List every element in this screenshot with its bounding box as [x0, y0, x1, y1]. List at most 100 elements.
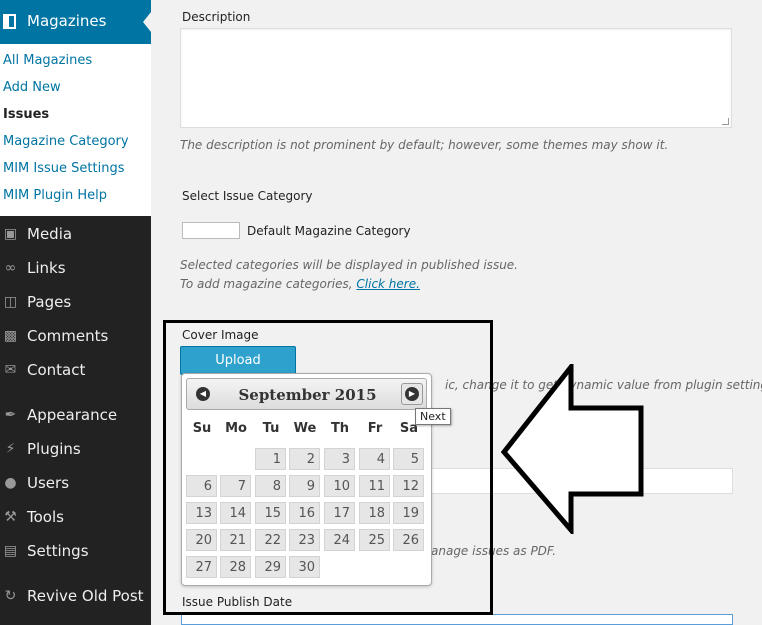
weekday-header-tu: Tu — [262, 421, 280, 436]
day-cell-30[interactable]: 30 — [289, 556, 320, 578]
menu-settings[interactable]: ▤ Settings — [0, 537, 151, 567]
add-category-hint: To add magazine categories, Click here. — [180, 277, 420, 291]
annotation-arrow-icon — [501, 364, 644, 534]
day-cell-1[interactable]: 1 — [255, 448, 286, 470]
current-menu-pointer — [143, 12, 151, 32]
menu-tools-label: Tools — [27, 508, 64, 526]
submenu-all-magazines[interactable]: All Magazines — [3, 53, 92, 68]
issue-category-label: Select Issue Category — [182, 189, 313, 203]
menu-users[interactable]: ● Users — [0, 469, 151, 499]
menu-magazines[interactable]: Magazines — [0, 0, 151, 44]
description-hint: The description is not prominent by defa… — [180, 138, 669, 152]
mail-icon: ✉ — [4, 362, 17, 378]
magazine-icon — [3, 14, 16, 29]
day-cell-21[interactable]: 21 — [220, 529, 251, 551]
day-cell-10[interactable]: 10 — [324, 475, 355, 497]
submenu-mim-issue-settings[interactable]: MIM Issue Settings — [3, 161, 124, 176]
menu-links[interactable]: ∞ Links — [0, 254, 151, 284]
datepicker-month-title: September 2015 — [238, 386, 377, 404]
weekday-header-su: Su — [192, 421, 212, 436]
menu-contact-label: Contact — [27, 361, 86, 379]
add-category-link[interactable]: Click here. — [356, 277, 420, 291]
menu-comments[interactable]: ▩ Comments — [0, 322, 151, 352]
pages-icon: ◫ — [3, 294, 18, 310]
revive-icon: ↻ — [4, 588, 17, 604]
default-category-label: Default Magazine Category — [247, 224, 411, 238]
day-cell-28[interactable]: 28 — [220, 556, 251, 578]
menu-revive-old-post-label: Revive Old Post — [27, 587, 144, 605]
day-cell-22[interactable]: 22 — [255, 529, 286, 551]
next-month-button[interactable]: ▶ — [401, 383, 423, 405]
menu-revive-old-post[interactable]: ↻ Revive Old Post — [0, 582, 151, 612]
menu-links-label: Links — [27, 259, 66, 277]
weekday-header-mo: Mo — [225, 421, 247, 436]
weekday-header-fr: Fr — [367, 421, 383, 436]
day-cell-26[interactable]: 26 — [393, 529, 424, 551]
day-cell-4[interactable]: 4 — [359, 448, 390, 470]
day-cell-16[interactable]: 16 — [289, 502, 320, 524]
submenu-add-new[interactable]: Add New — [3, 80, 61, 95]
day-cell-25[interactable]: 25 — [359, 529, 390, 551]
menu-appearance[interactable]: ✒ Appearance — [0, 401, 151, 431]
description-textarea[interactable] — [180, 28, 732, 128]
weekday-header-th: Th — [330, 421, 350, 436]
submenu-magazine-category[interactable]: Magazine Category — [3, 134, 129, 149]
resize-grip-icon[interactable] — [722, 118, 729, 125]
menu-pages-label: Pages — [27, 293, 72, 311]
day-cell-12[interactable]: 12 — [393, 475, 424, 497]
day-cell-24[interactable]: 24 — [324, 529, 355, 551]
plugins-icon: ⚡ — [5, 441, 16, 457]
annotation-arrow-shape — [501, 364, 644, 534]
settings-icon: ▤ — [3, 543, 18, 559]
magazines-submenu: All Magazines Add New Issues Magazine Ca… — [0, 44, 151, 216]
menu-magazines-label: Magazines — [27, 12, 107, 30]
weekday-header-we: We — [293, 421, 317, 436]
day-cell-3[interactable]: 3 — [324, 448, 355, 470]
category-hint: Selected categories will be displayed in… — [180, 258, 518, 272]
day-cell-14[interactable]: 14 — [220, 502, 251, 524]
day-cell-8[interactable]: 8 — [255, 475, 286, 497]
publish-date-input[interactable] — [181, 614, 733, 625]
appearance-icon: ✒ — [4, 407, 17, 423]
day-cell-6[interactable]: 6 — [186, 475, 217, 497]
comments-icon: ▩ — [3, 328, 18, 344]
links-icon: ∞ — [4, 260, 17, 276]
menu-media-label: Media — [27, 225, 73, 243]
day-cell-5[interactable]: 5 — [393, 448, 424, 470]
category-checkbox[interactable] — [182, 222, 240, 239]
menu-tools[interactable]: ⚒ Tools — [0, 503, 151, 533]
menu-pages[interactable]: ◫ Pages — [0, 288, 151, 318]
day-cell-7[interactable]: 7 — [220, 475, 251, 497]
menu-comments-label: Comments — [27, 327, 109, 345]
weekday-header-sa: Sa — [399, 421, 419, 436]
menu-appearance-label: Appearance — [27, 406, 118, 424]
next-arrow-icon: ▶ — [405, 387, 419, 401]
media-icon: ▣ — [3, 226, 18, 242]
day-cell-29[interactable]: 29 — [255, 556, 286, 578]
submenu-issues[interactable]: Issues — [3, 107, 49, 122]
day-cell-17[interactable]: 17 — [324, 502, 355, 524]
add-category-hint-text: To add magazine categories, — [180, 277, 357, 291]
day-cell-18[interactable]: 18 — [359, 502, 390, 524]
datepicker-header: ◀ September 2015 ▶ — [186, 378, 427, 410]
users-icon: ● — [4, 475, 17, 491]
menu-contact[interactable]: ✉ Contact — [0, 356, 151, 386]
submenu-mim-plugin-help[interactable]: MIM Plugin Help — [3, 188, 107, 203]
day-cell-15[interactable]: 15 — [255, 502, 286, 524]
menu-plugins[interactable]: ⚡ Plugins — [0, 435, 151, 465]
menu-users-label: Users — [27, 474, 70, 492]
tools-icon: ⚒ — [4, 509, 17, 525]
day-cell-27[interactable]: 27 — [186, 556, 217, 578]
day-cell-19[interactable]: 19 — [393, 502, 424, 524]
description-label: Description — [182, 10, 251, 24]
menu-media[interactable]: ▣ Media — [0, 220, 151, 250]
day-cell-20[interactable]: 20 — [186, 529, 217, 551]
menu-plugins-label: Plugins — [27, 440, 81, 458]
admin-sidebar: Magazines All Magazines Add New Issues M… — [0, 0, 151, 625]
day-cell-2[interactable]: 2 — [289, 448, 320, 470]
day-cell-23[interactable]: 23 — [289, 529, 320, 551]
day-cell-11[interactable]: 11 — [359, 475, 390, 497]
menu-settings-label: Settings — [27, 542, 89, 560]
day-cell-13[interactable]: 13 — [186, 502, 217, 524]
day-cell-9[interactable]: 9 — [289, 475, 320, 497]
